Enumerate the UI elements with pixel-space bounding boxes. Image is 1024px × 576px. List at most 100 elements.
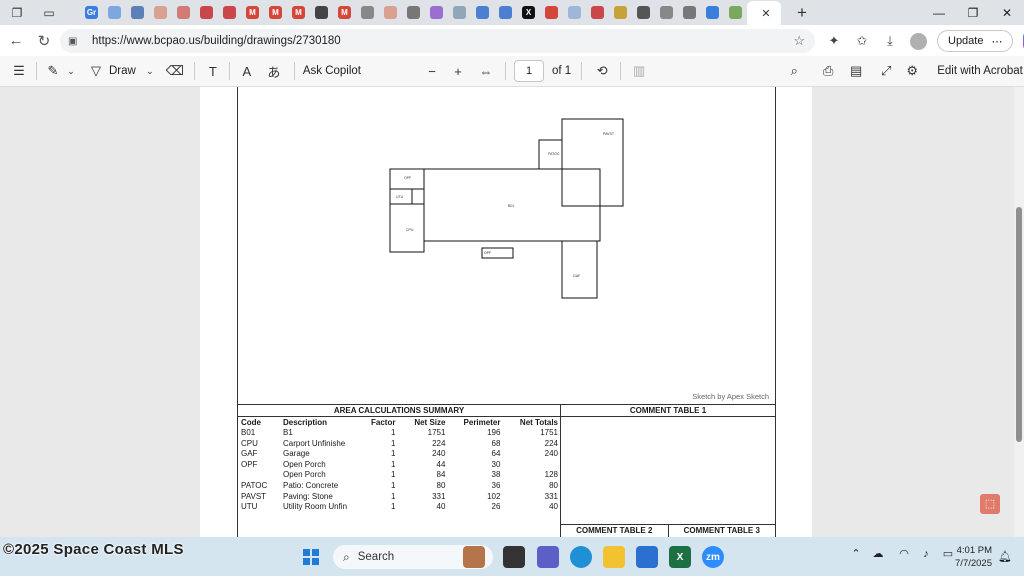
cloud-icon[interactable]: ☁ bbox=[867, 547, 889, 560]
page-number-input[interactable]: 1 bbox=[514, 60, 545, 82]
browser-tab[interactable]: M bbox=[287, 2, 310, 24]
chevron-down-icon[interactable]: ⌄ bbox=[140, 59, 160, 83]
profile-avatar[interactable] bbox=[910, 32, 927, 50]
sketch-label: PAVST bbox=[603, 132, 615, 136]
url-field[interactable]: ▣ https://www.bcpao.us/building/drawings… bbox=[60, 29, 815, 53]
browser-tab[interactable]: X bbox=[517, 2, 540, 24]
page-view-icon[interactable]: ▥ bbox=[629, 59, 649, 83]
update-button[interactable]: Update ⋯ bbox=[937, 30, 1014, 52]
table-cell: 1 bbox=[391, 491, 396, 501]
settings-gear-icon[interactable]: ⚙ bbox=[901, 59, 923, 83]
browser-tab[interactable] bbox=[149, 2, 172, 24]
browser-tab[interactable]: M bbox=[264, 2, 287, 24]
browser-tab[interactable] bbox=[310, 2, 333, 24]
chat-icon[interactable] bbox=[537, 546, 559, 568]
draw-label[interactable]: Draw bbox=[109, 65, 136, 77]
downloads-icon[interactable]: ⤓ bbox=[876, 29, 904, 53]
browser-tab[interactable] bbox=[103, 2, 126, 24]
table-row: PAVST Paving: Stone 1 331 102 331 bbox=[238, 492, 561, 503]
close-tab-icon[interactable]: ✕ bbox=[757, 7, 775, 20]
extensions-icon[interactable]: ✦ bbox=[820, 29, 848, 53]
edge-browser-icon[interactable] bbox=[570, 546, 592, 568]
volume-icon[interactable]: ♪ bbox=[915, 548, 937, 560]
vertical-scrollbar[interactable] bbox=[1014, 87, 1024, 537]
sketch-label: UTU bbox=[396, 195, 404, 199]
browser-tab[interactable] bbox=[632, 2, 655, 24]
text-box-icon[interactable]: T bbox=[203, 59, 223, 83]
puzzle-icon bbox=[591, 6, 604, 19]
windows-taskbar: ©2025 Space Coast MLS ⌕ Search X zm ⌃ ☁ … bbox=[0, 537, 1024, 576]
zoom-in-icon[interactable]: + bbox=[447, 59, 469, 83]
site-info-icon[interactable]: ▣ bbox=[68, 36, 84, 47]
scrollbar-thumb[interactable] bbox=[1016, 207, 1022, 442]
browser-tab[interactable] bbox=[563, 2, 586, 24]
browser-tab[interactable] bbox=[195, 2, 218, 24]
chevron-down-icon[interactable]: ⌄ bbox=[63, 59, 79, 83]
acrobat-pdf-icon[interactable]: ⬚ bbox=[980, 494, 1000, 514]
close-window-icon[interactable]: ✕ bbox=[990, 0, 1024, 25]
workspaces-icon[interactable]: ❐ bbox=[6, 2, 28, 24]
browser-tab[interactable] bbox=[126, 2, 149, 24]
table-cell: 128 bbox=[544, 470, 558, 480]
task-view-icon[interactable] bbox=[503, 546, 525, 568]
browser-tab[interactable] bbox=[724, 2, 747, 24]
back-icon[interactable]: ← bbox=[2, 27, 30, 55]
windows-start-icon[interactable] bbox=[303, 549, 319, 565]
read-aloud-icon[interactable]: A bbox=[236, 59, 258, 83]
browser-tab[interactable] bbox=[402, 2, 425, 24]
restore-icon[interactable]: ❐ bbox=[956, 0, 990, 25]
browser-tab[interactable] bbox=[609, 2, 632, 24]
find-icon[interactable]: ⌕ bbox=[783, 59, 805, 83]
contents-icon[interactable]: ☰ bbox=[8, 59, 30, 83]
more-icon[interactable]: ⋯ bbox=[991, 35, 1002, 48]
browser-tab[interactable] bbox=[448, 2, 471, 24]
browser-tab[interactable] bbox=[379, 2, 402, 24]
zoom-out-icon[interactable]: − bbox=[421, 59, 443, 83]
favorites-icon[interactable]: ✩ bbox=[848, 29, 876, 53]
tab-actions-icon[interactable]: ▭ bbox=[38, 2, 60, 24]
minimize-icon[interactable]: — bbox=[922, 0, 956, 25]
browser-tab[interactable] bbox=[678, 2, 701, 24]
browser-tab[interactable] bbox=[172, 2, 195, 24]
notification-bell-icon[interactable]: 🔔︎ bbox=[998, 550, 1012, 563]
browser-tab[interactable] bbox=[701, 2, 724, 24]
fit-page-icon[interactable]: ⇔ bbox=[475, 59, 497, 83]
browser-tab[interactable] bbox=[425, 2, 448, 24]
table-cell: 1 bbox=[391, 502, 396, 512]
store-icon[interactable] bbox=[636, 546, 658, 568]
zoom-icon[interactable]: zm bbox=[702, 546, 724, 568]
eraser-icon[interactable]: ⌫ bbox=[164, 59, 186, 83]
browser-tab[interactable] bbox=[586, 2, 609, 24]
browser-tab[interactable]: M bbox=[241, 2, 264, 24]
sketch-credit: Sketch by Apex Sketch bbox=[692, 392, 769, 401]
save-icon[interactable]: ▤ bbox=[845, 59, 867, 83]
draw-icon[interactable]: ▽ bbox=[85, 59, 107, 83]
wifi-icon[interactable]: ◠ bbox=[893, 547, 915, 560]
sketch-label: PATOC bbox=[548, 152, 560, 156]
favorite-star-icon[interactable]: ☆ bbox=[793, 33, 805, 49]
browser-tab[interactable] bbox=[471, 2, 494, 24]
chevron-up-icon[interactable]: ⌃ bbox=[845, 547, 867, 560]
browser-tab[interactable] bbox=[655, 2, 678, 24]
active-tab[interactable]: ✕ bbox=[747, 1, 781, 25]
browser-tab[interactable] bbox=[494, 2, 517, 24]
table-cell: 224 bbox=[544, 438, 558, 448]
refresh-icon[interactable]: ↻ bbox=[30, 27, 58, 55]
browser-tab[interactable] bbox=[356, 2, 379, 24]
browser-tab[interactable] bbox=[540, 2, 563, 24]
excel-icon[interactable]: X bbox=[669, 546, 691, 568]
clock[interactable]: 4:01 PM 7/7/2025 bbox=[950, 544, 992, 570]
file-explorer-icon[interactable] bbox=[603, 546, 625, 568]
expand-icon[interactable]: ⤢ bbox=[875, 59, 897, 83]
edit-with-acrobat-button[interactable]: Edit with Acrobat bbox=[937, 65, 1023, 77]
rotate-icon[interactable]: ⟲ bbox=[592, 59, 612, 83]
browser-tab[interactable] bbox=[218, 2, 241, 24]
ask-copilot-button[interactable]: Ask Copilot bbox=[303, 65, 361, 77]
highlight-icon[interactable]: ✎ bbox=[43, 59, 63, 83]
browser-tab[interactable]: M bbox=[333, 2, 356, 24]
print-icon[interactable]: ⎙ bbox=[817, 59, 839, 83]
browser-tab[interactable]: Gr bbox=[80, 2, 103, 24]
new-tab-icon[interactable]: + bbox=[793, 3, 811, 23]
translate-icon[interactable]: あ bbox=[262, 59, 286, 83]
widgets-icon[interactable] bbox=[463, 546, 485, 568]
